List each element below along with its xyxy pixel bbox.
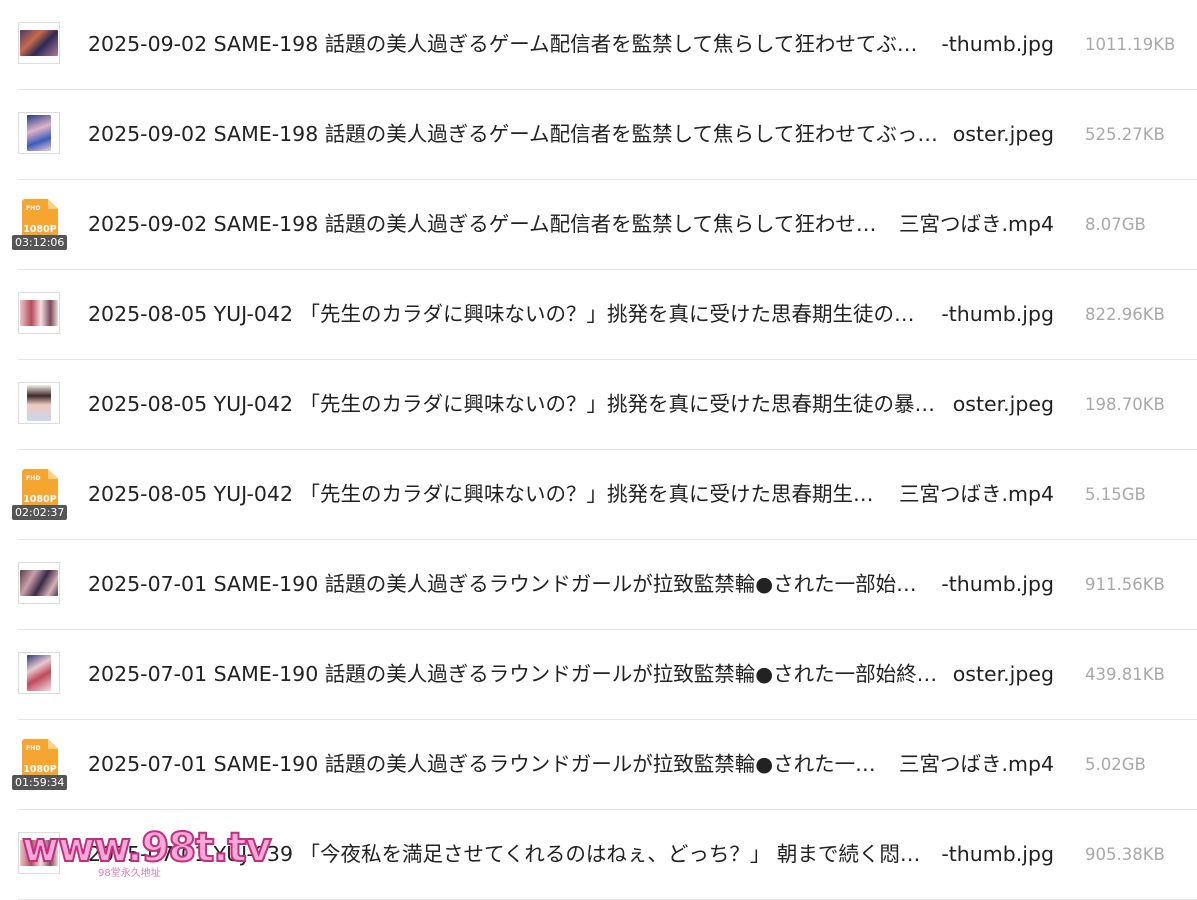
file-name[interactable]: 2025-08-05 YUJ-042 「先生のカラダに興味ないの？」挑発を真に受…	[88, 391, 939, 417]
file-name[interactable]: 2025-08-05 YUJ-042 「先生のカラダに興味ないの？」挑発を真に受…	[88, 301, 927, 327]
file-row[interactable]: 2025-08-05 YUJ-042 「先生のカラダに興味ないの？」挑発を真に受…	[0, 270, 1197, 360]
resolution-label: 1080P	[23, 764, 57, 775]
file-name-suffix[interactable]: -thumb.jpg	[941, 571, 1054, 597]
file-size: 911.56KB	[1085, 575, 1165, 594]
file-size: 822.96KB	[1085, 305, 1165, 324]
fhd-label: FHD	[26, 205, 41, 212]
fhd-label: FHD	[26, 745, 41, 752]
watermark-logo: www.98t.tv 98堂永久地址	[21, 825, 273, 886]
file-size: 439.81KB	[1085, 665, 1165, 684]
file-name-suffix[interactable]: -thumb.jpg	[941, 301, 1054, 327]
file-name-suffix[interactable]: 三宮つばき.mp4	[899, 481, 1054, 507]
file-name-suffix[interactable]: 三宮つばき.mp4	[899, 211, 1054, 237]
file-row[interactable]: FHD 1080P 03:12:06 2025-09-02 SAME-198 話題の美…	[0, 180, 1197, 270]
file-size: 198.70KB	[1085, 395, 1165, 414]
file-name[interactable]: 2025-09-02 SAME-198 話題の美人過ぎるゲーム配信者を監禁して焦…	[88, 211, 885, 237]
file-name[interactable]: 2025-07-01 SAME-190 話題の美人過ぎるラウンドガールが拉致監禁…	[88, 661, 939, 687]
file-size: 8.07GB	[1085, 215, 1146, 234]
file-fold-corner	[48, 199, 58, 209]
thumbnail-image	[27, 655, 51, 691]
resolution-label: 1080P	[23, 494, 57, 505]
file-row[interactable]: 2025-07-01 SAME-190 話題の美人過ぎるラウンドガールが拉致監禁…	[0, 540, 1197, 630]
file-row[interactable]: 2025-09-02 SAME-198 話題の美人過ぎるゲーム配信者を監禁して焦…	[0, 90, 1197, 180]
image-thumbnail[interactable]	[18, 562, 60, 604]
resolution-label: 1080P	[23, 224, 57, 235]
file-name-suffix[interactable]: -thumb.jpg	[941, 841, 1054, 867]
file-name[interactable]: 2025-09-02 SAME-198 話題の美人過ぎるゲーム配信者を監禁して焦…	[88, 121, 939, 147]
thumbnail-image	[20, 300, 58, 326]
file-row[interactable]: FHD 1080P 02:02:37 2025-08-05 YUJ-042 「先生のカ…	[0, 450, 1197, 540]
thumbnail-image	[27, 115, 51, 151]
video-duration-badge: 02:02:37	[12, 505, 68, 520]
video-duration-badge: 03:12:06	[12, 235, 68, 250]
file-size: 525.27KB	[1085, 125, 1165, 144]
file-row[interactable]: 2025-08-05 YUJ-042 「先生のカラダに興味ないの？」挑発を真に受…	[0, 360, 1197, 450]
file-fold-corner	[48, 469, 58, 479]
file-name[interactable]: 2025-09-02 SAME-198 話題の美人過ぎるゲーム配信者を監禁して焦…	[88, 31, 927, 57]
image-thumbnail[interactable]	[18, 382, 60, 424]
file-name[interactable]: 2025-07-01 SAME-190 話題の美人過ぎるラウンドガールが拉致監禁…	[88, 751, 885, 777]
file-name-suffix[interactable]: 三宮つばき.mp4	[899, 751, 1054, 777]
image-thumbnail[interactable]	[18, 22, 60, 64]
file-name-suffix[interactable]: oster.jpeg	[953, 391, 1054, 417]
file-row[interactable]: 2025-07-01 SAME-190 話題の美人過ぎるラウンドガールが拉致監禁…	[0, 630, 1197, 720]
image-thumbnail[interactable]	[18, 652, 60, 694]
file-name[interactable]: 2025-08-05 YUJ-042 「先生のカラダに興味ないの？」挑発を真に受…	[88, 481, 885, 507]
image-thumbnail[interactable]	[18, 112, 60, 154]
file-row[interactable]: FHD 1080P 01:59:34 2025-07-01 SAME-190 話題の美…	[0, 720, 1197, 810]
watermark-subtext: 98堂永久地址	[98, 868, 161, 879]
video-duration-badge: 01:59:34	[12, 775, 68, 790]
image-thumbnail[interactable]	[18, 292, 60, 334]
thumbnail-image	[20, 570, 58, 596]
fhd-label: FHD	[26, 475, 41, 482]
file-name[interactable]: 2025-07-01 SAME-190 話題の美人過ぎるラウンドガールが拉致監禁…	[88, 571, 927, 597]
thumbnail-image	[20, 30, 58, 56]
file-name-suffix[interactable]: -thumb.jpg	[941, 31, 1054, 57]
file-size: 1011.19KB	[1085, 35, 1176, 54]
file-fold-corner	[48, 739, 58, 749]
file-size: 5.15GB	[1085, 485, 1146, 504]
thumbnail-image	[27, 385, 51, 421]
file-name-suffix[interactable]: oster.jpeg	[953, 121, 1054, 147]
file-row[interactable]: 2025-09-02 SAME-198 話題の美人過ぎるゲーム配信者を監禁して焦…	[0, 0, 1197, 90]
file-size: 905.38KB	[1085, 845, 1165, 864]
file-name-suffix[interactable]: oster.jpeg	[953, 661, 1054, 687]
file-size: 5.02GB	[1085, 755, 1146, 774]
